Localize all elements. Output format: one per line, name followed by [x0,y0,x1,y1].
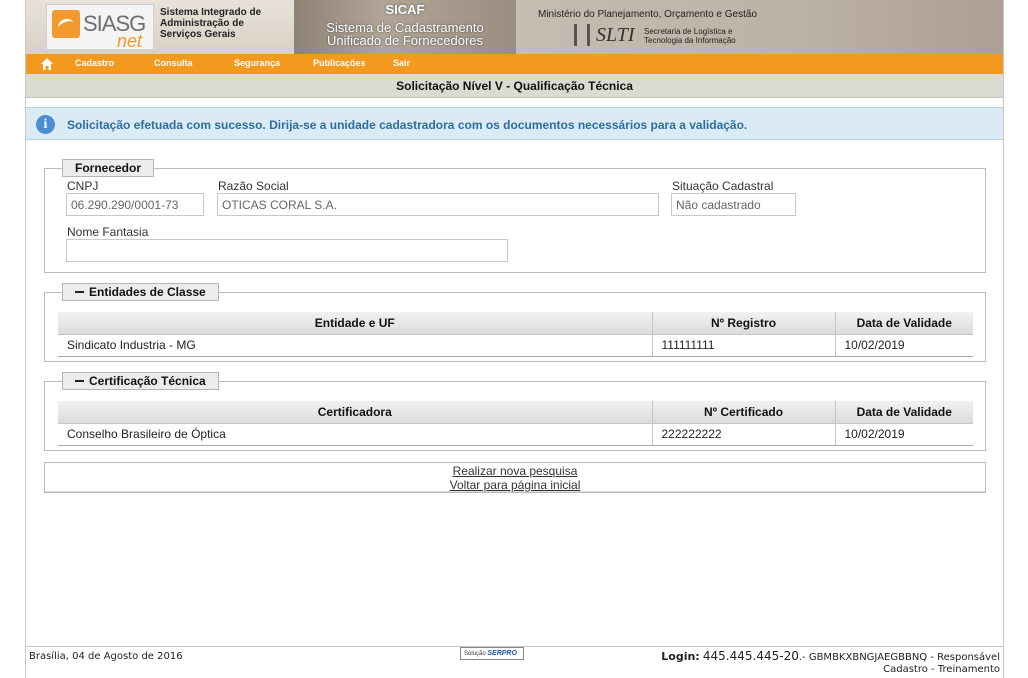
siasg-logo-icon [52,10,80,38]
page-title: Solicitação Nível V - Qualificação Técni… [26,74,1003,98]
entidades-table: Entidade e UF Nº Registro Data de Valida… [58,312,973,357]
siasg-logo[interactable]: SIASG net [46,4,154,51]
fornecedor-legend: Fornecedor [62,159,155,177]
ministry-name: Ministério do Planejamento, Orçamento e … [538,9,757,20]
cell-validade: 10/02/2019 [835,423,973,446]
cell-certificado: 222222222 [652,423,836,446]
cell-entidade: Sindicato Industria - MG [58,334,653,357]
situacao-cadastral-label: Situação Cadastral [672,179,774,193]
column-header-certificado[interactable]: Nº Certificado [652,401,836,424]
razao-social-field[interactable]: OTICAS CORAL S.A. [217,193,659,216]
collapse-icon [75,379,84,382]
footer: Brasília, 04 de Agosto de 2016 Solução S… [26,646,1003,678]
cnpj-field[interactable]: 06.290.290/0001-73 [66,193,204,216]
fornecedor-fieldset: Fornecedor CNPJ 06.290.290/0001-73 Razão… [44,159,986,273]
info-message-box: i Solicitação efetuada com sucesso. Diri… [26,107,1003,140]
login-info: Login: 445.445.445-20.- GBMBKXBNGJAEGBBN… [661,650,1000,676]
menu-item-sair[interactable]: Sair [393,58,410,68]
header-banner: SIASG net Sistema Integrado de Administr… [26,0,1003,54]
menu-item-seguranca[interactable]: Segurança [234,58,280,68]
column-header-certificadora[interactable]: Certificadora [58,401,653,424]
info-message: Solicitação efetuada com sucesso. Dirija… [67,118,748,132]
cell-certificadora: Conselho Brasileiro de Óptica [58,423,653,446]
login-label: Login: [661,650,700,663]
login-details: .- GBMBKXBNGJAEGBBNQ - Responsável [798,652,1000,663]
slti-logo-text: SLTI [596,24,635,46]
nova-pesquisa-link[interactable]: Realizar nova pesquisa [45,464,985,478]
cell-validade: 10/02/2019 [835,334,973,357]
cnpj-label: CNPJ [67,179,99,193]
siasg-description: Sistema Integrado de Administração de Se… [160,7,262,40]
logo-suffix: net [117,31,143,51]
nome-fantasia-label: Nome Fantasia [67,225,149,239]
situacao-cadastral-field[interactable]: Não cadastrado [671,193,796,216]
page-frame: SIASG net Sistema Integrado de Administr… [25,0,1004,678]
slti-logo-icon [574,24,590,46]
login-role: Cadastro - Treinamento [883,664,1000,675]
entidades-fieldset: Entidades de Classe Entidade e UF Nº Reg… [44,283,986,362]
certificacao-fieldset: Certificação Técnica Certificadora Nº Ce… [44,372,986,451]
sicaf-subtitle-2: Unificado de Fornecedores [326,33,484,48]
menu-item-consulta[interactable]: Consulta [154,58,193,68]
slti-description: Secretaria de Logística e Tecnologia da … [644,27,736,45]
ministry-banner: Ministério do Planejamento, Orçamento e … [516,0,1003,54]
serpro-logo: Solução SERPRO [460,647,524,660]
navigation-links: Realizar nova pesquisa Voltar para págin… [44,462,986,493]
column-header-validade[interactable]: Data de Validade [835,312,973,335]
table-row: Sindicato Industria - MG 111111111 10/02… [58,334,973,357]
table-row: Conselho Brasileiro de Óptica 222222222 … [58,423,973,446]
certificacao-legend[interactable]: Certificação Técnica [62,372,219,390]
sicaf-banner: SICAF Sistema de Cadastramento Unificado… [294,0,516,54]
home-icon[interactable] [40,57,54,71]
nome-fantasia-field[interactable] [66,239,508,262]
menu-item-cadastro[interactable]: Cadastro [75,58,114,68]
collapse-icon [75,290,84,293]
razao-social-label: Razão Social [218,179,289,193]
login-cpf: 445.445.445-20 [702,649,799,663]
pagina-inicial-link[interactable]: Voltar para página inicial [45,478,985,492]
info-icon: i [36,115,55,134]
sicaf-title: SICAF [385,2,425,17]
column-header-registro[interactable]: Nº Registro [652,312,836,335]
cell-registro: 111111111 [652,334,836,357]
column-header-validade[interactable]: Data de Validade [835,401,973,424]
main-menu: Cadastro Consulta Segurança Publicações … [26,54,1003,74]
menu-item-publicacoes[interactable]: Publicações [313,58,366,68]
footer-date: Brasília, 04 de Agosto de 2016 [29,651,183,662]
entidades-legend[interactable]: Entidades de Classe [62,283,219,301]
column-header-entidade[interactable]: Entidade e UF [58,312,653,335]
certificacao-table: Certificadora Nº Certificado Data de Val… [58,401,973,446]
